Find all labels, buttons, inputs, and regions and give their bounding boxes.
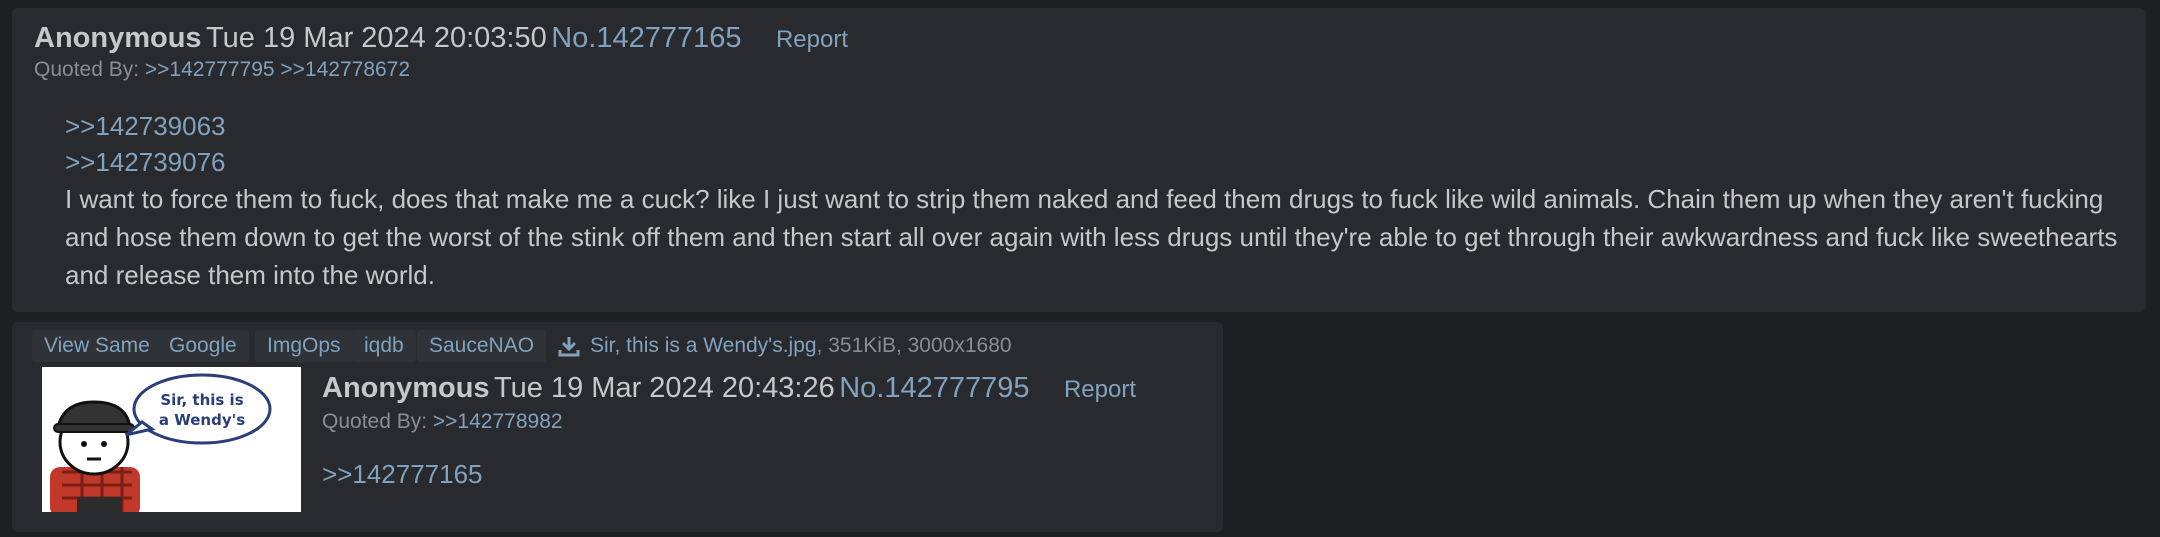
quote-link[interactable]: >>142739063 <box>65 108 2125 144</box>
quoted-by: Quoted By: >>142777795 >>142778672 <box>34 58 410 82</box>
poster-name: Anonymous <box>34 22 202 54</box>
saucenao-button[interactable]: SauceNAO <box>417 330 547 362</box>
post-header: Anonymous Tue 19 Mar 2024 20:03:50 No.14… <box>34 22 848 55</box>
image-thumbnail[interactable]: Sir, this is a Wendy's <box>42 367 301 512</box>
imgops-button[interactable]: ImgOps <box>255 330 353 362</box>
google-search-button[interactable]: Google <box>157 330 249 362</box>
quote-link[interactable]: >>142739076 <box>65 144 2125 180</box>
backlink[interactable]: >>142777795 <box>145 58 275 81</box>
post-message: >>142777165 <box>322 456 483 492</box>
post-number-link[interactable]: No.142777795 <box>839 372 1029 404</box>
quoted-by-label: Quoted By: <box>322 410 428 433</box>
poster-name: Anonymous <box>322 372 490 404</box>
reply-post: Anonymous Tue 19 Mar 2024 20:03:50 No.14… <box>12 8 2146 312</box>
post-number-link[interactable]: No.142777165 <box>551 22 741 54</box>
file-name-link[interactable]: Sir, this is a Wendy's.jpg <box>590 334 817 357</box>
quoted-by-label: Quoted By: <box>34 58 140 81</box>
file-info: Sir, this is a Wendy's.jpg, 351KiB, 3000… <box>590 330 1012 362</box>
backlink[interactable]: >>142778982 <box>433 410 563 433</box>
report-button[interactable]: Report <box>776 26 848 53</box>
iqdb-button[interactable]: iqdb <box>352 330 416 362</box>
report-button[interactable]: Report <box>1064 376 1136 403</box>
download-icon[interactable] <box>557 334 581 358</box>
post-message: >>142739063 >>142739076 I want to force … <box>65 108 2125 294</box>
quoted-by: Quoted By: >>142778982 <box>322 410 563 434</box>
view-same-button[interactable]: View Same <box>32 330 162 362</box>
post-body-text: I want to force them to fuck, does that … <box>65 184 2118 290</box>
post-datetime: Tue 19 Mar 2024 20:03:50 <box>206 22 547 54</box>
svg-text:a Wendy's: a Wendy's <box>159 411 245 429</box>
post-header: Anonymous Tue 19 Mar 2024 20:43:26 No.14… <box>322 372 1136 405</box>
wendys-character-image: Sir, this is a Wendy's <box>42 367 301 512</box>
quote-link[interactable]: >>142777165 <box>322 456 483 492</box>
backlink[interactable]: >>142778672 <box>280 58 410 81</box>
reply-post: View Same Google ImgOps iqdb SauceNAO Si… <box>12 322 1223 532</box>
post-datetime: Tue 19 Mar 2024 20:43:26 <box>494 372 835 404</box>
svg-text:Sir, this is: Sir, this is <box>160 391 243 409</box>
file-meta: , 351KiB, 3000x1680 <box>816 334 1012 357</box>
